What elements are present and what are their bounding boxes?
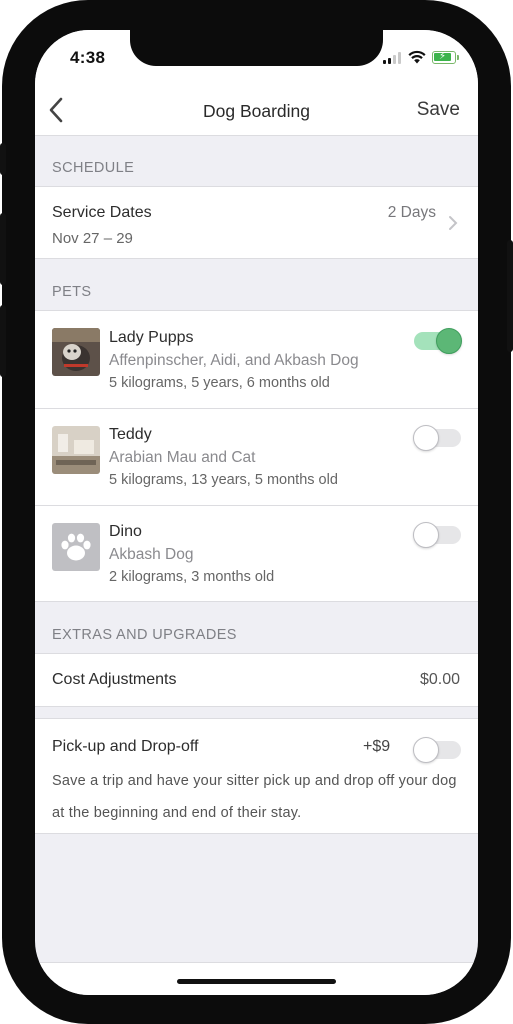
cost-adjustments-row[interactable]: Cost Adjustments $0.00 <box>35 653 478 707</box>
pet-name: Lady Pupps <box>109 329 194 346</box>
home-indicator[interactable] <box>177 979 336 984</box>
cost-adjustments-label: Cost Adjustments <box>52 671 177 688</box>
pickup-dropoff-row: Pick-up and Drop-off +$9 Save a trip and… <box>35 718 478 834</box>
phone-screen: 4:38 ⚡ Dog Boarding Save SCHEDULE Servic… <box>35 30 478 995</box>
service-dates-label: Service Dates <box>52 204 152 221</box>
pet-photo-placeholder <box>52 523 100 571</box>
service-duration: 2 Days <box>387 204 436 221</box>
home-indicator-area <box>35 962 478 995</box>
battery-charging-icon: ⚡ <box>432 51 459 64</box>
pets-header-label: PETS <box>52 284 92 300</box>
pet-details: 5 kilograms, 13 years, 5 months old <box>109 472 338 488</box>
pet-select-toggle[interactable] <box>413 425 461 451</box>
pet-select-toggle[interactable] <box>414 328 462 354</box>
save-button[interactable]: Save <box>417 99 460 121</box>
volume-up-button <box>0 213 6 285</box>
list-item[interactable]: Teddy Arabian Mau and Cat 5 kilograms, 1… <box>35 409 478 505</box>
pickup-dropoff-toggle[interactable] <box>413 737 461 763</box>
pet-select-toggle[interactable] <box>413 522 461 548</box>
paw-icon <box>61 533 91 561</box>
notch <box>130 30 383 66</box>
silent-switch <box>0 143 6 175</box>
pickup-dropoff-label: Pick-up and Drop-off <box>52 738 199 755</box>
pet-photo <box>52 426 100 474</box>
pet-breed: Affenpinscher, Aidi, and Akbash Dog <box>109 352 359 369</box>
dog-photo-icon <box>52 328 100 376</box>
chevron-right-icon <box>449 216 458 230</box>
extras-header-label: EXTRAS AND UPGRADES <box>52 627 237 643</box>
service-dates-value: Nov 27 – 29 <box>52 230 133 247</box>
pet-details: 2 kilograms, 3 months old <box>109 569 275 585</box>
pet-name: Dino <box>109 523 142 540</box>
pickup-dropoff-price: +$9 <box>363 738 391 755</box>
wifi-icon <box>408 50 426 64</box>
extras-section-header: EXTRAS AND UPGRADES <box>35 602 478 654</box>
list-item[interactable]: Lady Pupps Affenpinscher, Aidi, and Akba… <box>35 311 478 408</box>
service-dates-row[interactable]: Service Dates Nov 27 – 29 2 Days <box>35 186 478 259</box>
cellular-signal-icon <box>383 52 403 64</box>
pet-details: 5 kilograms, 5 years, 6 months old <box>109 375 330 391</box>
pet-name: Teddy <box>109 426 152 443</box>
pet-breed: Akbash Dog <box>109 546 194 563</box>
pets-list: Lady Pupps Affenpinscher, Aidi, and Akba… <box>35 310 478 602</box>
navigation-bar: Dog Boarding Save <box>35 85 478 136</box>
schedule-header-label: SCHEDULE <box>52 160 135 176</box>
cost-adjustments-value: $0.00 <box>419 671 460 688</box>
pet-breed: Arabian Mau and Cat <box>109 449 256 466</box>
page-title: Dog Boarding <box>202 101 311 121</box>
pet-photo <box>52 328 100 376</box>
power-button <box>507 240 513 352</box>
schedule-section-header: SCHEDULE <box>35 136 478 187</box>
status-time: 4:38 <box>70 48 106 67</box>
list-item[interactable]: Dino Akbash Dog 2 kilograms, 3 months ol… <box>35 506 478 602</box>
cat-photo-icon <box>52 426 100 474</box>
pets-section-header: PETS <box>35 259 478 311</box>
volume-down-button <box>0 305 6 377</box>
pickup-dropoff-description: Save a trip and have your sitter pick up… <box>52 773 457 821</box>
